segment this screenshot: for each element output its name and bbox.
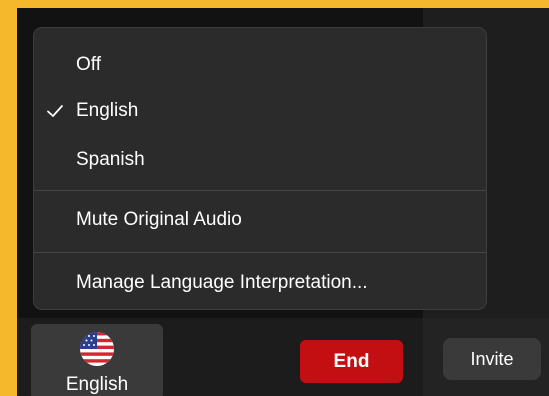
meeting-window: English End Invite Off English Spanish M… <box>17 8 549 396</box>
menu-item-spanish[interactable]: Spanish <box>34 143 486 177</box>
menu-item-label: Spanish <box>76 149 145 170</box>
interpretation-language-button[interactable]: English <box>31 324 163 396</box>
us-flag-icon <box>80 332 114 366</box>
menu-item-english[interactable]: English <box>34 94 486 128</box>
invite-button[interactable]: Invite <box>443 338 541 380</box>
menu-divider <box>34 190 486 191</box>
menu-item-label: English <box>76 100 139 121</box>
meeting-toolbar: English End Invite <box>17 318 549 396</box>
menu-divider <box>34 252 486 253</box>
end-button[interactable]: End <box>300 340 403 383</box>
menu-item-label: Mute Original Audio <box>76 209 242 230</box>
language-interpretation-menu: Off English Spanish Mute Original Audio … <box>33 27 487 310</box>
menu-item-manage-language-interpretation[interactable]: Manage Language Interpretation... <box>34 266 486 300</box>
checkmark-icon <box>46 102 64 120</box>
menu-item-mute-original-audio[interactable]: Mute Original Audio <box>34 203 486 237</box>
menu-item-off[interactable]: Off <box>34 48 486 82</box>
interpretation-language-label: English <box>65 374 129 395</box>
menu-item-label: Manage Language Interpretation... <box>76 272 368 293</box>
menu-item-label: Off <box>76 54 101 75</box>
